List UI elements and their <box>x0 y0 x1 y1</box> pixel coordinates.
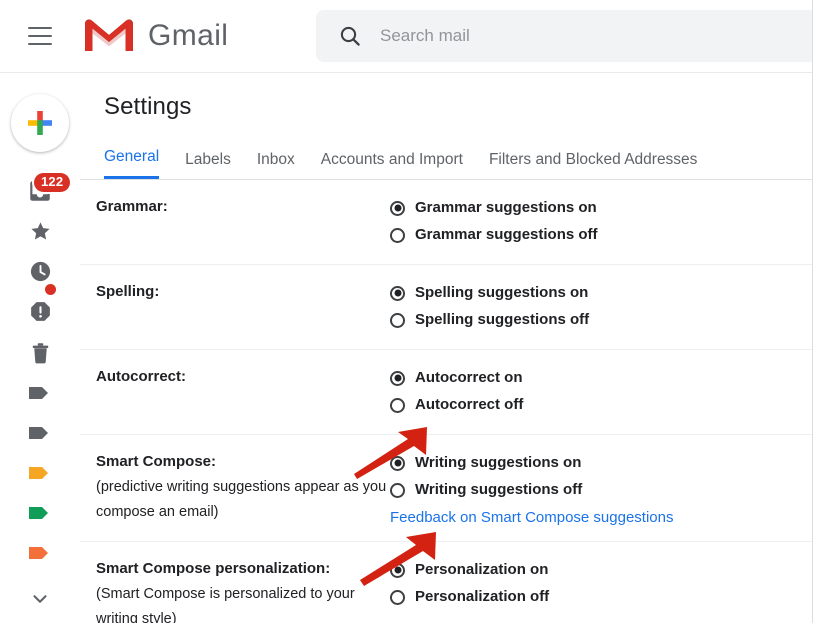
brand-name: Gmail <box>148 19 229 52</box>
spam-alert-dot <box>45 284 56 295</box>
radio-icon-selected[interactable] <box>390 455 405 471</box>
label-icon <box>29 387 48 399</box>
settings-tabbar: General Labels Inbox Accounts and Import… <box>80 143 812 180</box>
sidebar-item-spam[interactable] <box>22 293 58 329</box>
tab-accounts-and-import[interactable]: Accounts and Import <box>321 151 463 179</box>
plus-icon <box>28 111 52 135</box>
radio-option-autocorrect-off[interactable]: Autocorrect off <box>390 393 812 417</box>
chevron-down-icon <box>33 595 47 603</box>
option-label: Autocorrect on <box>415 369 523 386</box>
inbox-unread-badge: 122 <box>34 173 71 192</box>
smart-compose-feedback-link[interactable]: Feedback on Smart Compose suggestions <box>390 509 673 526</box>
radio-option-spelling-on[interactable]: Spelling suggestions on <box>390 281 812 305</box>
page-title: Settings <box>104 93 192 120</box>
label-icon <box>29 547 48 559</box>
radio-icon-selected[interactable] <box>390 370 405 386</box>
hamburger-bar <box>28 27 52 29</box>
radio-icon-selected[interactable] <box>390 285 405 301</box>
sidebar-item-label-gray-1[interactable] <box>22 375 58 411</box>
setting-label-autocorrect: Autocorrect: <box>80 366 390 420</box>
tab-inbox[interactable]: Inbox <box>257 151 295 179</box>
setting-row-autocorrect: Autocorrect: Autocorrect on Autocorrect … <box>80 350 812 435</box>
settings-list: Grammar: Grammar suggestions on Grammar … <box>80 180 812 623</box>
setting-label-spelling: Spelling: <box>80 281 390 335</box>
option-label: Spelling suggestions off <box>415 311 590 328</box>
setting-title: Autocorrect: <box>96 368 187 385</box>
setting-label-smart-compose: Smart Compose: (predictive writing sugge… <box>80 451 390 527</box>
setting-row-smart-compose-personalization: Smart Compose personalization: (Smart Co… <box>80 542 812 623</box>
setting-title: Smart Compose: <box>96 453 217 470</box>
sidebar-item-starred[interactable] <box>22 213 58 249</box>
setting-options-smart-compose: Writing suggestions on Writing suggestio… <box>390 451 812 527</box>
option-label: Grammar suggestions off <box>415 226 598 243</box>
sidebar-item-label-red-orange[interactable] <box>22 535 58 571</box>
compose-button[interactable] <box>11 94 69 152</box>
setting-options-grammar: Grammar suggestions on Grammar suggestio… <box>390 196 812 250</box>
setting-options-autocorrect: Autocorrect on Autocorrect off <box>390 366 812 420</box>
radio-option-spelling-off[interactable]: Spelling suggestions off <box>390 308 812 332</box>
setting-row-smart-compose: Smart Compose: (predictive writing sugge… <box>80 435 812 542</box>
tab-general[interactable]: General <box>104 148 160 179</box>
setting-options-spelling: Spelling suggestions on Spelling suggest… <box>390 281 812 335</box>
radio-icon-unselected[interactable] <box>390 482 405 498</box>
clock-icon <box>30 261 50 281</box>
setting-description: (Smart Compose is personalized to your w… <box>96 586 355 623</box>
label-icon <box>29 467 48 479</box>
radio-icon-selected[interactable] <box>390 562 405 578</box>
option-label: Spelling suggestions on <box>415 284 589 301</box>
hamburger-bar <box>28 35 52 37</box>
radio-option-autocorrect-on[interactable]: Autocorrect on <box>390 366 812 390</box>
radio-option-personalization-off[interactable]: Personalization off <box>390 585 812 609</box>
setting-label-grammar: Grammar: <box>80 196 390 250</box>
radio-icon-unselected[interactable] <box>390 312 405 328</box>
star-icon <box>30 221 50 240</box>
sidebar-more-toggle[interactable] <box>22 581 58 617</box>
radio-option-writing-suggestions-off[interactable]: Writing suggestions off <box>390 478 812 502</box>
search-bar[interactable] <box>316 10 812 62</box>
option-label: Writing suggestions off <box>415 481 583 498</box>
option-label: Grammar suggestions on <box>415 199 597 216</box>
setting-options-smart-compose-personalization: Personalization on Personalization off <box>390 558 812 623</box>
radio-icon-unselected[interactable] <box>390 589 405 605</box>
radio-option-grammar-on[interactable]: Grammar suggestions on <box>390 196 812 220</box>
setting-row-spelling: Spelling: Spelling suggestions on Spelli… <box>80 265 812 350</box>
gmail-brand[interactable]: Gmail <box>82 14 228 59</box>
exclamation-octagon-icon <box>30 301 50 321</box>
sidebar-item-trash[interactable] <box>22 335 58 371</box>
left-sidebar: 122 <box>0 73 80 623</box>
option-label: Personalization off <box>415 588 550 605</box>
settings-main-panel: Settings General Labels Inbox Accounts a… <box>80 73 812 623</box>
label-icon <box>29 427 48 439</box>
radio-icon-unselected[interactable] <box>390 227 405 243</box>
radio-icon-unselected[interactable] <box>390 397 405 413</box>
setting-title: Smart Compose personalization: <box>96 560 331 577</box>
option-label: Autocorrect off <box>415 396 524 413</box>
search-icon[interactable] <box>326 24 374 48</box>
gmail-m-logo <box>82 14 136 59</box>
hamburger-bar <box>28 43 52 45</box>
sidebar-item-label-green[interactable] <box>22 495 58 531</box>
radio-icon-selected[interactable] <box>390 200 405 216</box>
radio-option-grammar-off[interactable]: Grammar suggestions off <box>390 223 812 247</box>
radio-option-personalization-on[interactable]: Personalization on <box>390 558 812 582</box>
setting-title: Grammar: <box>96 198 168 215</box>
app-header: Gmail <box>0 0 812 73</box>
sidebar-item-label-orange[interactable] <box>22 455 58 491</box>
gmail-settings-window: Gmail Search mail 122 Settings General L… <box>0 0 813 623</box>
sidebar-item-label-gray-2[interactable] <box>22 415 58 451</box>
search-input[interactable] <box>374 26 812 46</box>
setting-title: Spelling: <box>96 283 160 300</box>
label-icon <box>29 507 48 519</box>
option-label: Personalization on <box>415 561 549 578</box>
option-label: Writing suggestions on <box>415 454 582 471</box>
hamburger-menu-icon[interactable] <box>16 12 64 60</box>
setting-label-smart-compose-personalization: Smart Compose personalization: (Smart Co… <box>80 558 390 623</box>
setting-row-grammar: Grammar: Grammar suggestions on Grammar … <box>80 180 812 265</box>
radio-option-writing-suggestions-on[interactable]: Writing suggestions on <box>390 451 812 475</box>
tab-labels[interactable]: Labels <box>185 151 231 179</box>
tab-filters-and-blocked-addresses[interactable]: Filters and Blocked Addresses <box>489 151 698 179</box>
setting-description: (predictive writing suggestions appear a… <box>96 479 387 520</box>
trash-icon <box>32 342 48 363</box>
